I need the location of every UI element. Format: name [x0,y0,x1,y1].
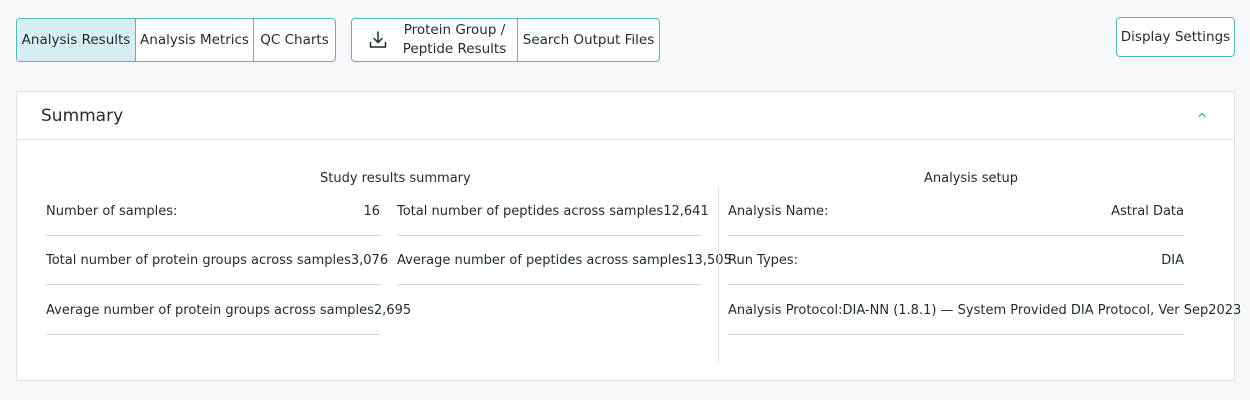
row-value: 2,695 [373,302,412,318]
tab-analysis-results[interactable]: Analysis Results [17,19,136,61]
row-value: DIA [1161,252,1184,268]
row-label: Total number of protein groups across sa… [46,252,351,268]
setup-row: Analysis Protocol: DIA-NN (1.8.1) — Syst… [728,286,1241,335]
results-view-tabs: Analysis Results Analysis Metrics QC Cha… [16,18,336,62]
study-row: Average number of peptides across sample… [397,236,732,285]
column-divider [718,187,719,364]
row-value: 16 [363,203,380,219]
protein-group-label: Protein Group / Peptide Results [402,22,507,57]
row-label: Average number of peptides across sample… [397,252,687,268]
row-label: Total number of peptides across samples [397,203,664,219]
tab-qc-charts[interactable]: QC Charts [254,19,335,61]
row-value: DIA-NN (1.8.1) — System Provided DIA Pro… [842,302,1242,318]
row-label: Average number of protein groups across … [46,302,374,318]
row-value: 13,505 [686,252,732,268]
study-row: Number of samples: 16 [46,187,380,236]
download-buttons: Protein Group / Peptide Results Search O… [351,18,660,62]
study-results-title: Study results summary [320,171,471,186]
row-value: 3,076 [350,252,389,268]
summary-panel: Summary Study results summary Number of … [16,91,1241,381]
download-icon [369,31,387,48]
row-label: Analysis Protocol: [728,302,843,318]
row-label: Analysis Name: [728,203,829,219]
tab-analysis-metrics[interactable]: Analysis Metrics [136,19,254,61]
search-output-files-button[interactable]: Search Output Files [518,19,659,61]
chevron-up-icon[interactable] [1196,109,1208,121]
row-value: 12,641 [663,203,709,219]
display-settings-button[interactable]: Display Settings [1116,17,1235,57]
analysis-setup-title: Analysis setup [924,171,1019,186]
row-label: Number of samples: [46,203,178,219]
row-value: Astral Data [1111,203,1184,219]
row-label: Run Types: [728,252,799,268]
setup-row: Run Types: DIA [728,236,1184,285]
study-row: Total number of protein groups across sa… [46,236,388,285]
setup-row: Analysis Name: Astral Data [728,187,1184,236]
summary-header[interactable]: Summary [17,92,1234,140]
protein-group-peptide-results-button[interactable]: Protein Group / Peptide Results [352,19,518,61]
study-row: Total number of peptides across samples … [397,187,709,236]
summary-title: Summary [41,106,124,126]
study-row: Average number of protein groups across … [46,286,411,335]
